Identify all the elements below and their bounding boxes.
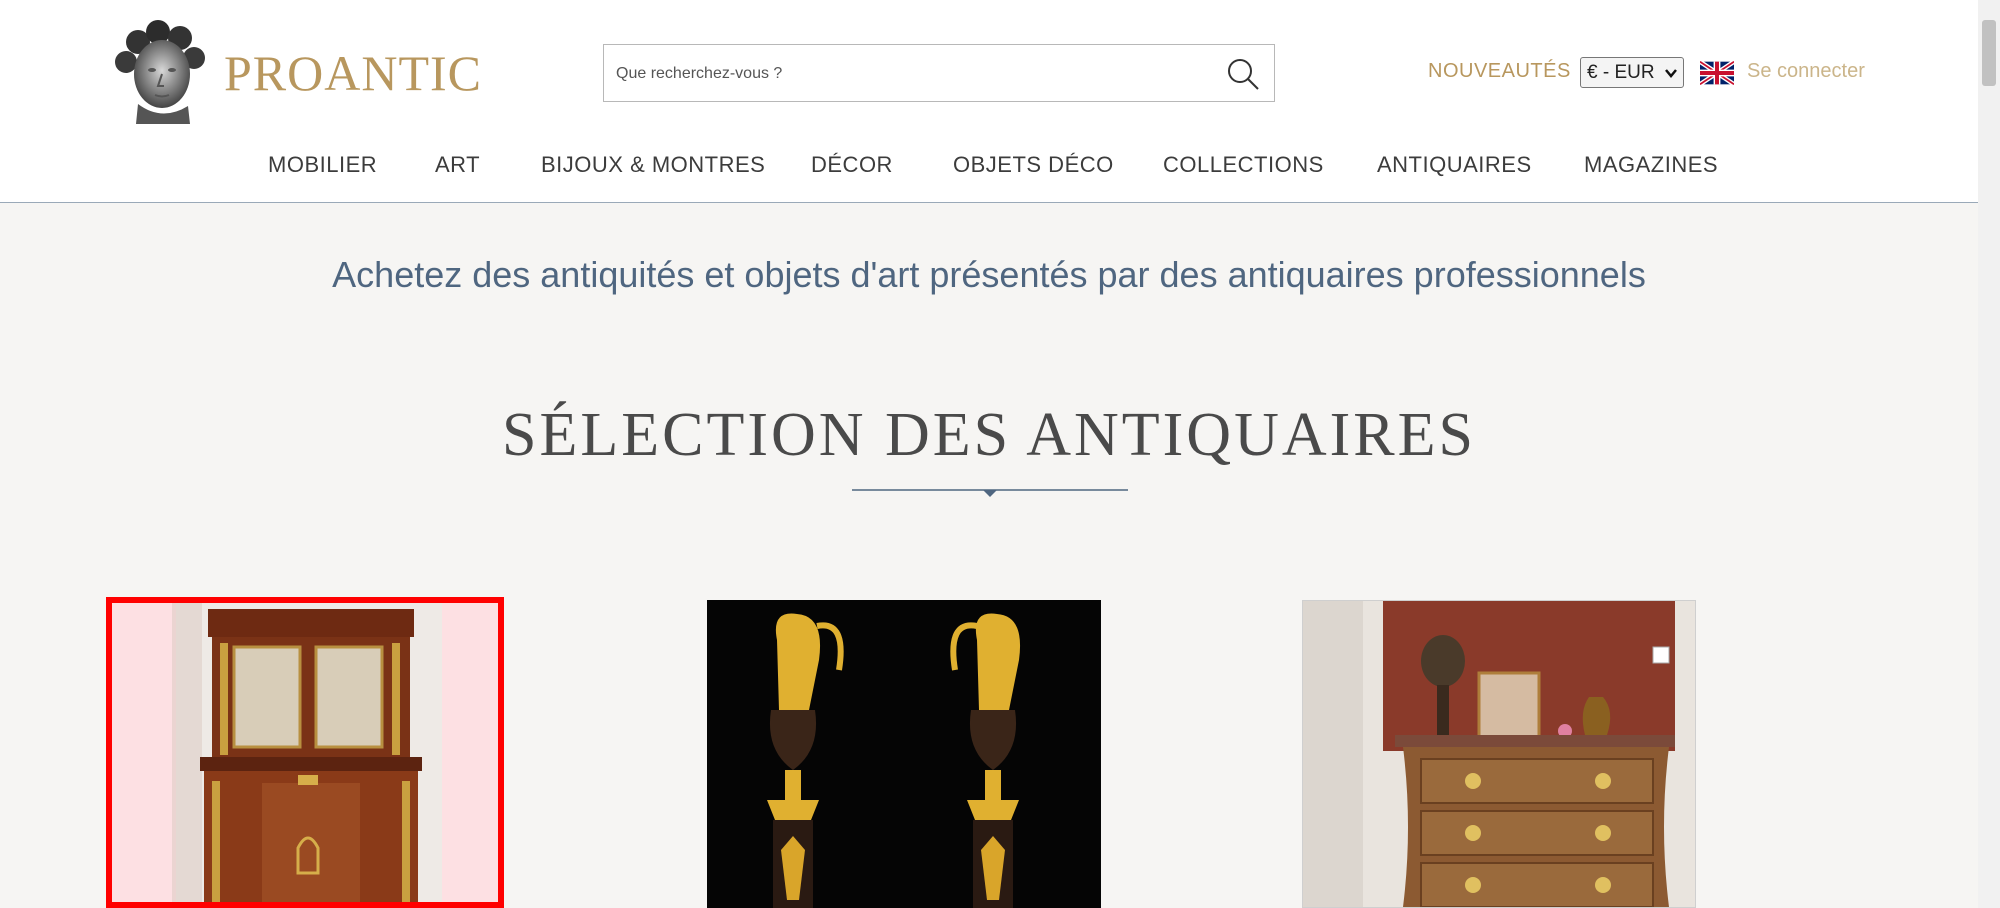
nav-item-collections[interactable]: COLLECTIONS — [1163, 152, 1324, 178]
scrollbar[interactable] — [1978, 0, 2000, 908]
product-card-ewers[interactable] — [707, 600, 1101, 908]
nav-item-bijoux-montres[interactable]: BIJOUX & MONTRES — [541, 152, 765, 178]
currency-select[interactable]: € - EUR — [1580, 57, 1684, 88]
product-card-secretary[interactable] — [106, 597, 504, 908]
search-input[interactable] — [614, 45, 1198, 103]
product-image-ewers — [707, 600, 1101, 908]
search-icon[interactable] — [1226, 57, 1260, 91]
scrollbar-thumb[interactable] — [1982, 20, 1996, 86]
product-card-commode[interactable] — [1302, 600, 1696, 908]
product-image-secretary — [112, 603, 498, 902]
logo-text[interactable]: PROANTIC — [224, 44, 482, 102]
nav-item-objets-deco[interactable]: OBJETS DÉCO — [953, 152, 1114, 178]
title-divider — [852, 489, 1128, 497]
search-box[interactable] — [603, 44, 1275, 103]
login-link[interactable]: Se connecter — [1747, 60, 1865, 83]
nav-item-art[interactable]: ART — [435, 152, 480, 178]
product-image-commode — [1303, 601, 1695, 907]
main-nav: MOBILIER ART BIJOUX & MONTRES DÉCOR OBJE… — [0, 146, 1978, 186]
nav-item-magazines[interactable]: MAGAZINES — [1584, 152, 1718, 178]
currency-value: € - EUR — [1587, 62, 1655, 83]
uk-flag-icon[interactable] — [1700, 61, 1734, 85]
section-title: SÉLECTION DES ANTIQUAIRES — [502, 401, 1476, 469]
nav-item-antiquaires[interactable]: ANTIQUAIRES — [1377, 152, 1532, 178]
nav-item-mobilier[interactable]: MOBILIER — [268, 152, 377, 178]
tagline: Achetez des antiquités et objets d'art p… — [332, 254, 1646, 295]
nav-item-decor[interactable]: DÉCOR — [811, 152, 893, 178]
nouveautes-link[interactable]: NOUVEAUTÉS — [1428, 60, 1571, 83]
bust-logo-icon[interactable] — [108, 18, 214, 124]
chevron-down-icon — [1665, 69, 1677, 78]
site-header: PROANTIC NOUVEAUTÉS € - EUR Se connecter… — [0, 0, 1978, 203]
